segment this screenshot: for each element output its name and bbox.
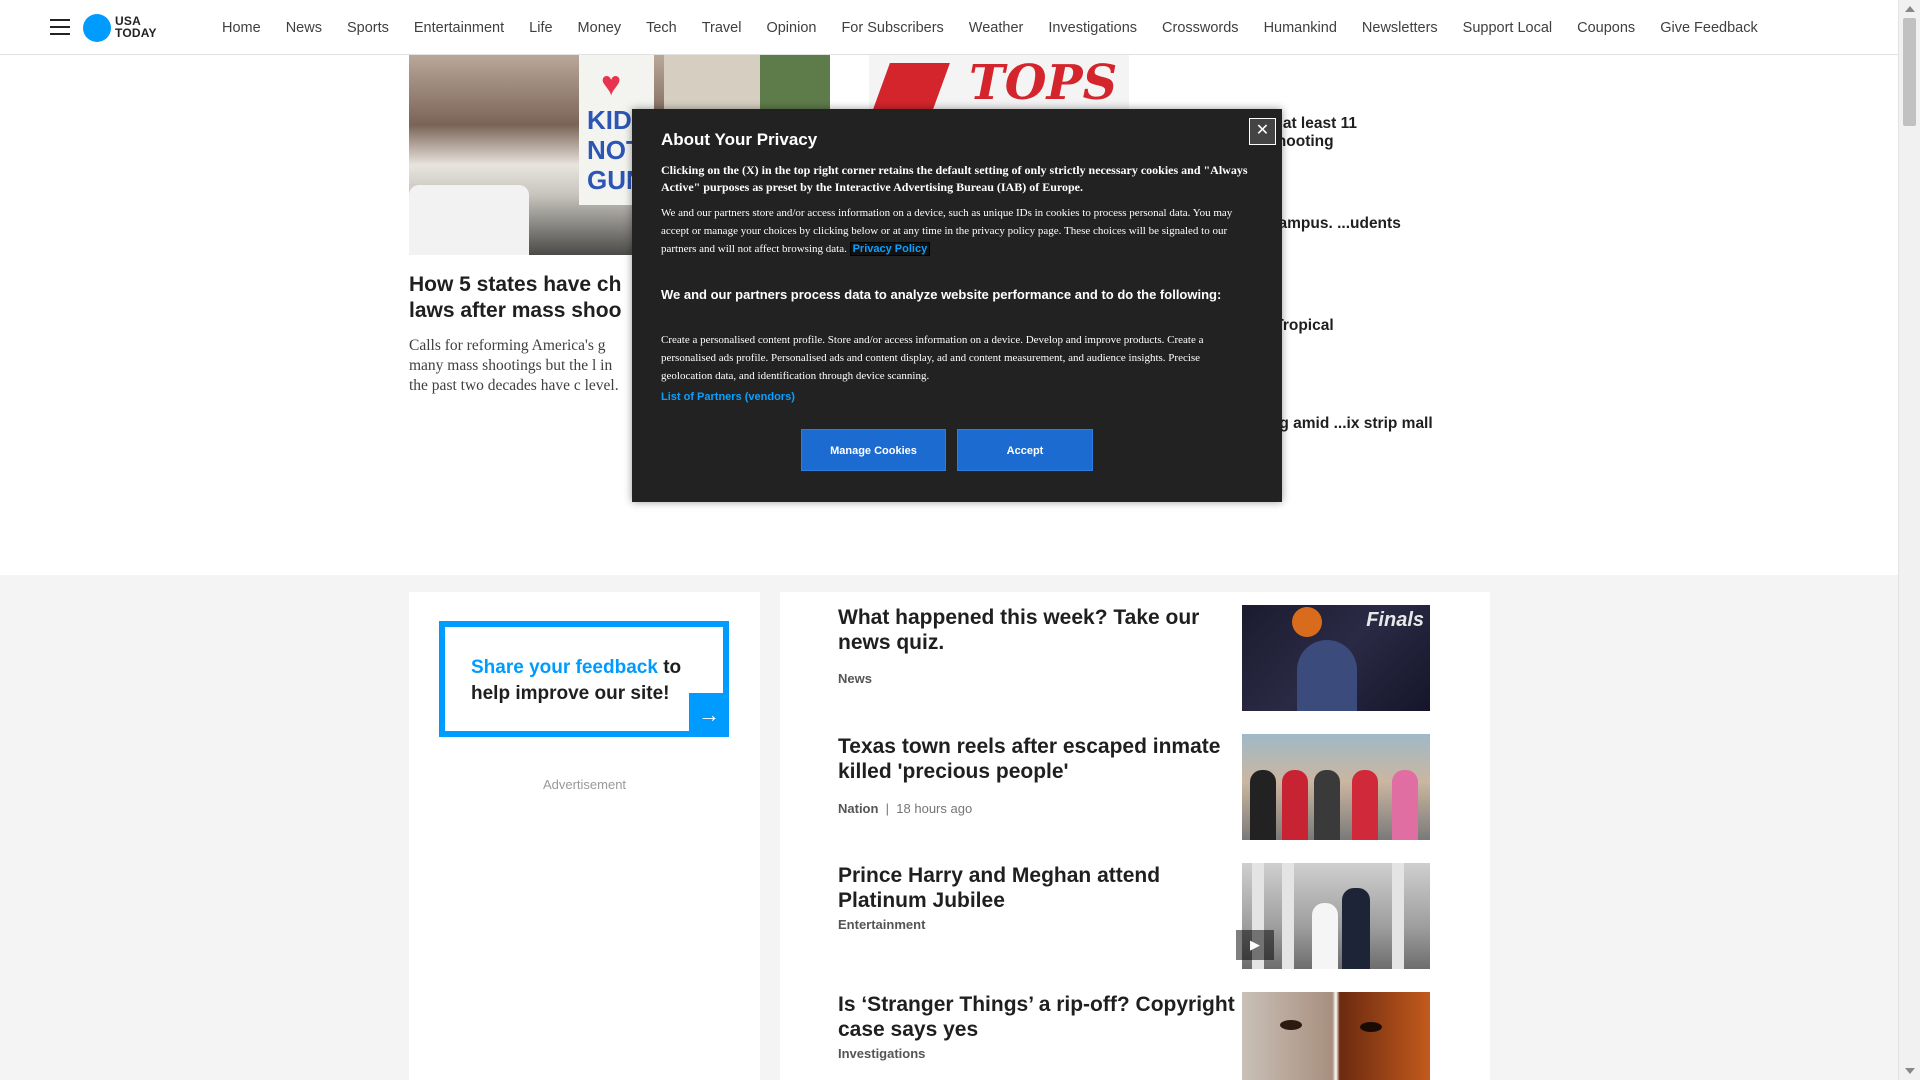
privacy-policy-link[interactable]: Privacy Policy [849, 242, 931, 256]
nav-link-investigations[interactable]: Investigations [1048, 20, 1137, 36]
feedback-banner[interactable]: Share your feedback to help improve our … [439, 621, 729, 737]
sidebar-card: Share your feedback to help improve our … [409, 592, 760, 1080]
nav-link-crosswords[interactable]: Crosswords [1162, 20, 1239, 36]
top-navigation: USA TODAY Home News Sports Entertainment… [0, 0, 1898, 55]
nav-link-weather[interactable]: Weather [969, 20, 1024, 36]
nav-link-coupons[interactable]: Coupons [1577, 20, 1635, 36]
privacy-dialog-title: About Your Privacy [661, 130, 818, 149]
news-item[interactable]: Is ‘Stranger Things’ a rip-off? Copyrigh… [838, 992, 1448, 1080]
advertisement-label: Advertisement [542, 777, 627, 792]
page-scrollbar[interactable] [1898, 0, 1920, 1080]
car-shape [409, 185, 529, 255]
news-thumbnail[interactable] [1242, 734, 1430, 840]
nav-link-entertainment[interactable]: Entertainment [414, 20, 504, 36]
nav-link-newsletters[interactable]: Newsletters [1362, 20, 1438, 36]
nav-link-humankind[interactable]: Humankind [1264, 20, 1337, 36]
news-thumbnail[interactable]: Finals [1242, 605, 1430, 711]
featured-headline[interactable]: How 5 states have ch laws after mass sho… [409, 272, 634, 328]
privacy-dialog: ✕ About Your Privacy Clicking on the (X)… [632, 109, 1282, 502]
nav-link-support-local[interactable]: Support Local [1463, 20, 1552, 36]
play-video-icon[interactable]: ▶ [1236, 930, 1274, 960]
nav-link-give-feedback[interactable]: Give Feedback [1660, 20, 1758, 36]
partners-link[interactable]: List of Partners (vendors) [661, 391, 795, 403]
nav-link-money[interactable]: Money [578, 20, 622, 36]
feedback-accent-text: Share your feedback [471, 657, 658, 678]
news-title[interactable]: What happened this week? Take our news q… [838, 605, 1238, 655]
news-title[interactable]: Prince Harry and Meghan attend Platinum … [838, 863, 1238, 913]
privacy-body: We and our partners store and/or access … [661, 207, 1233, 256]
scroll-thumb[interactable] [1903, 18, 1916, 126]
privacy-intro: Clicking on the (X) in the top right cor… [661, 163, 1248, 194]
nav-link-news[interactable]: News [286, 20, 322, 36]
usa-today-logo-text[interactable]: USA TODAY [115, 15, 157, 39]
nav-link-for-subscribers[interactable]: For Subscribers [841, 20, 943, 36]
arrow-right-icon[interactable]: → [689, 693, 729, 737]
news-item[interactable]: Prince Harry and Meghan attend Platinum … [838, 863, 1448, 973]
accept-button[interactable]: Accept [957, 429, 1093, 471]
news-meta: Nation | 18 hours ago [838, 801, 973, 816]
nav-links: Home News Sports Entertainment Life Mone… [222, 0, 1783, 55]
news-item[interactable]: What happened this week? Take our news q… [838, 605, 1448, 715]
nav-link-tech[interactable]: Tech [646, 20, 677, 36]
featured-summary: Calls for reforming America's g many mas… [409, 337, 619, 394]
nav-link-life[interactable]: Life [529, 20, 552, 36]
nav-link-sports[interactable]: Sports [347, 20, 389, 36]
scroll-down-icon[interactable] [1905, 1068, 1915, 1074]
nav-link-home[interactable]: Home [222, 20, 261, 36]
nav-link-opinion[interactable]: Opinion [766, 20, 816, 36]
player-shape [1297, 640, 1357, 711]
news-meta: Entertainment [838, 917, 926, 932]
close-icon[interactable]: ✕ [1249, 118, 1276, 145]
manage-cookies-button[interactable]: Manage Cookies [801, 429, 946, 471]
news-thumbnail[interactable] [1242, 992, 1430, 1080]
privacy-purposes: Create a personalised content profile. S… [661, 334, 1204, 382]
background-sign [664, 55, 764, 115]
basketball-shape [1292, 607, 1322, 637]
menu-icon[interactable] [50, 19, 70, 35]
news-item[interactable]: Texas town reels after escaped inmate ki… [838, 734, 1448, 844]
privacy-subheading: We and our partners process data to anal… [661, 287, 1222, 302]
news-list-card: What happened this week? Take our news q… [780, 592, 1490, 1080]
nav-link-travel[interactable]: Travel [702, 20, 742, 36]
news-meta: Investigations [838, 1046, 926, 1061]
news-title[interactable]: Is ‘Stranger Things’ a rip-off? Copyrigh… [838, 992, 1238, 1042]
usa-today-logo-icon[interactable] [83, 14, 111, 42]
news-title[interactable]: Texas town reels after escaped inmate ki… [838, 734, 1238, 784]
heart-icon: ♥ [601, 65, 622, 103]
scroll-up-icon[interactable] [1905, 6, 1915, 12]
news-meta: News [838, 671, 872, 686]
